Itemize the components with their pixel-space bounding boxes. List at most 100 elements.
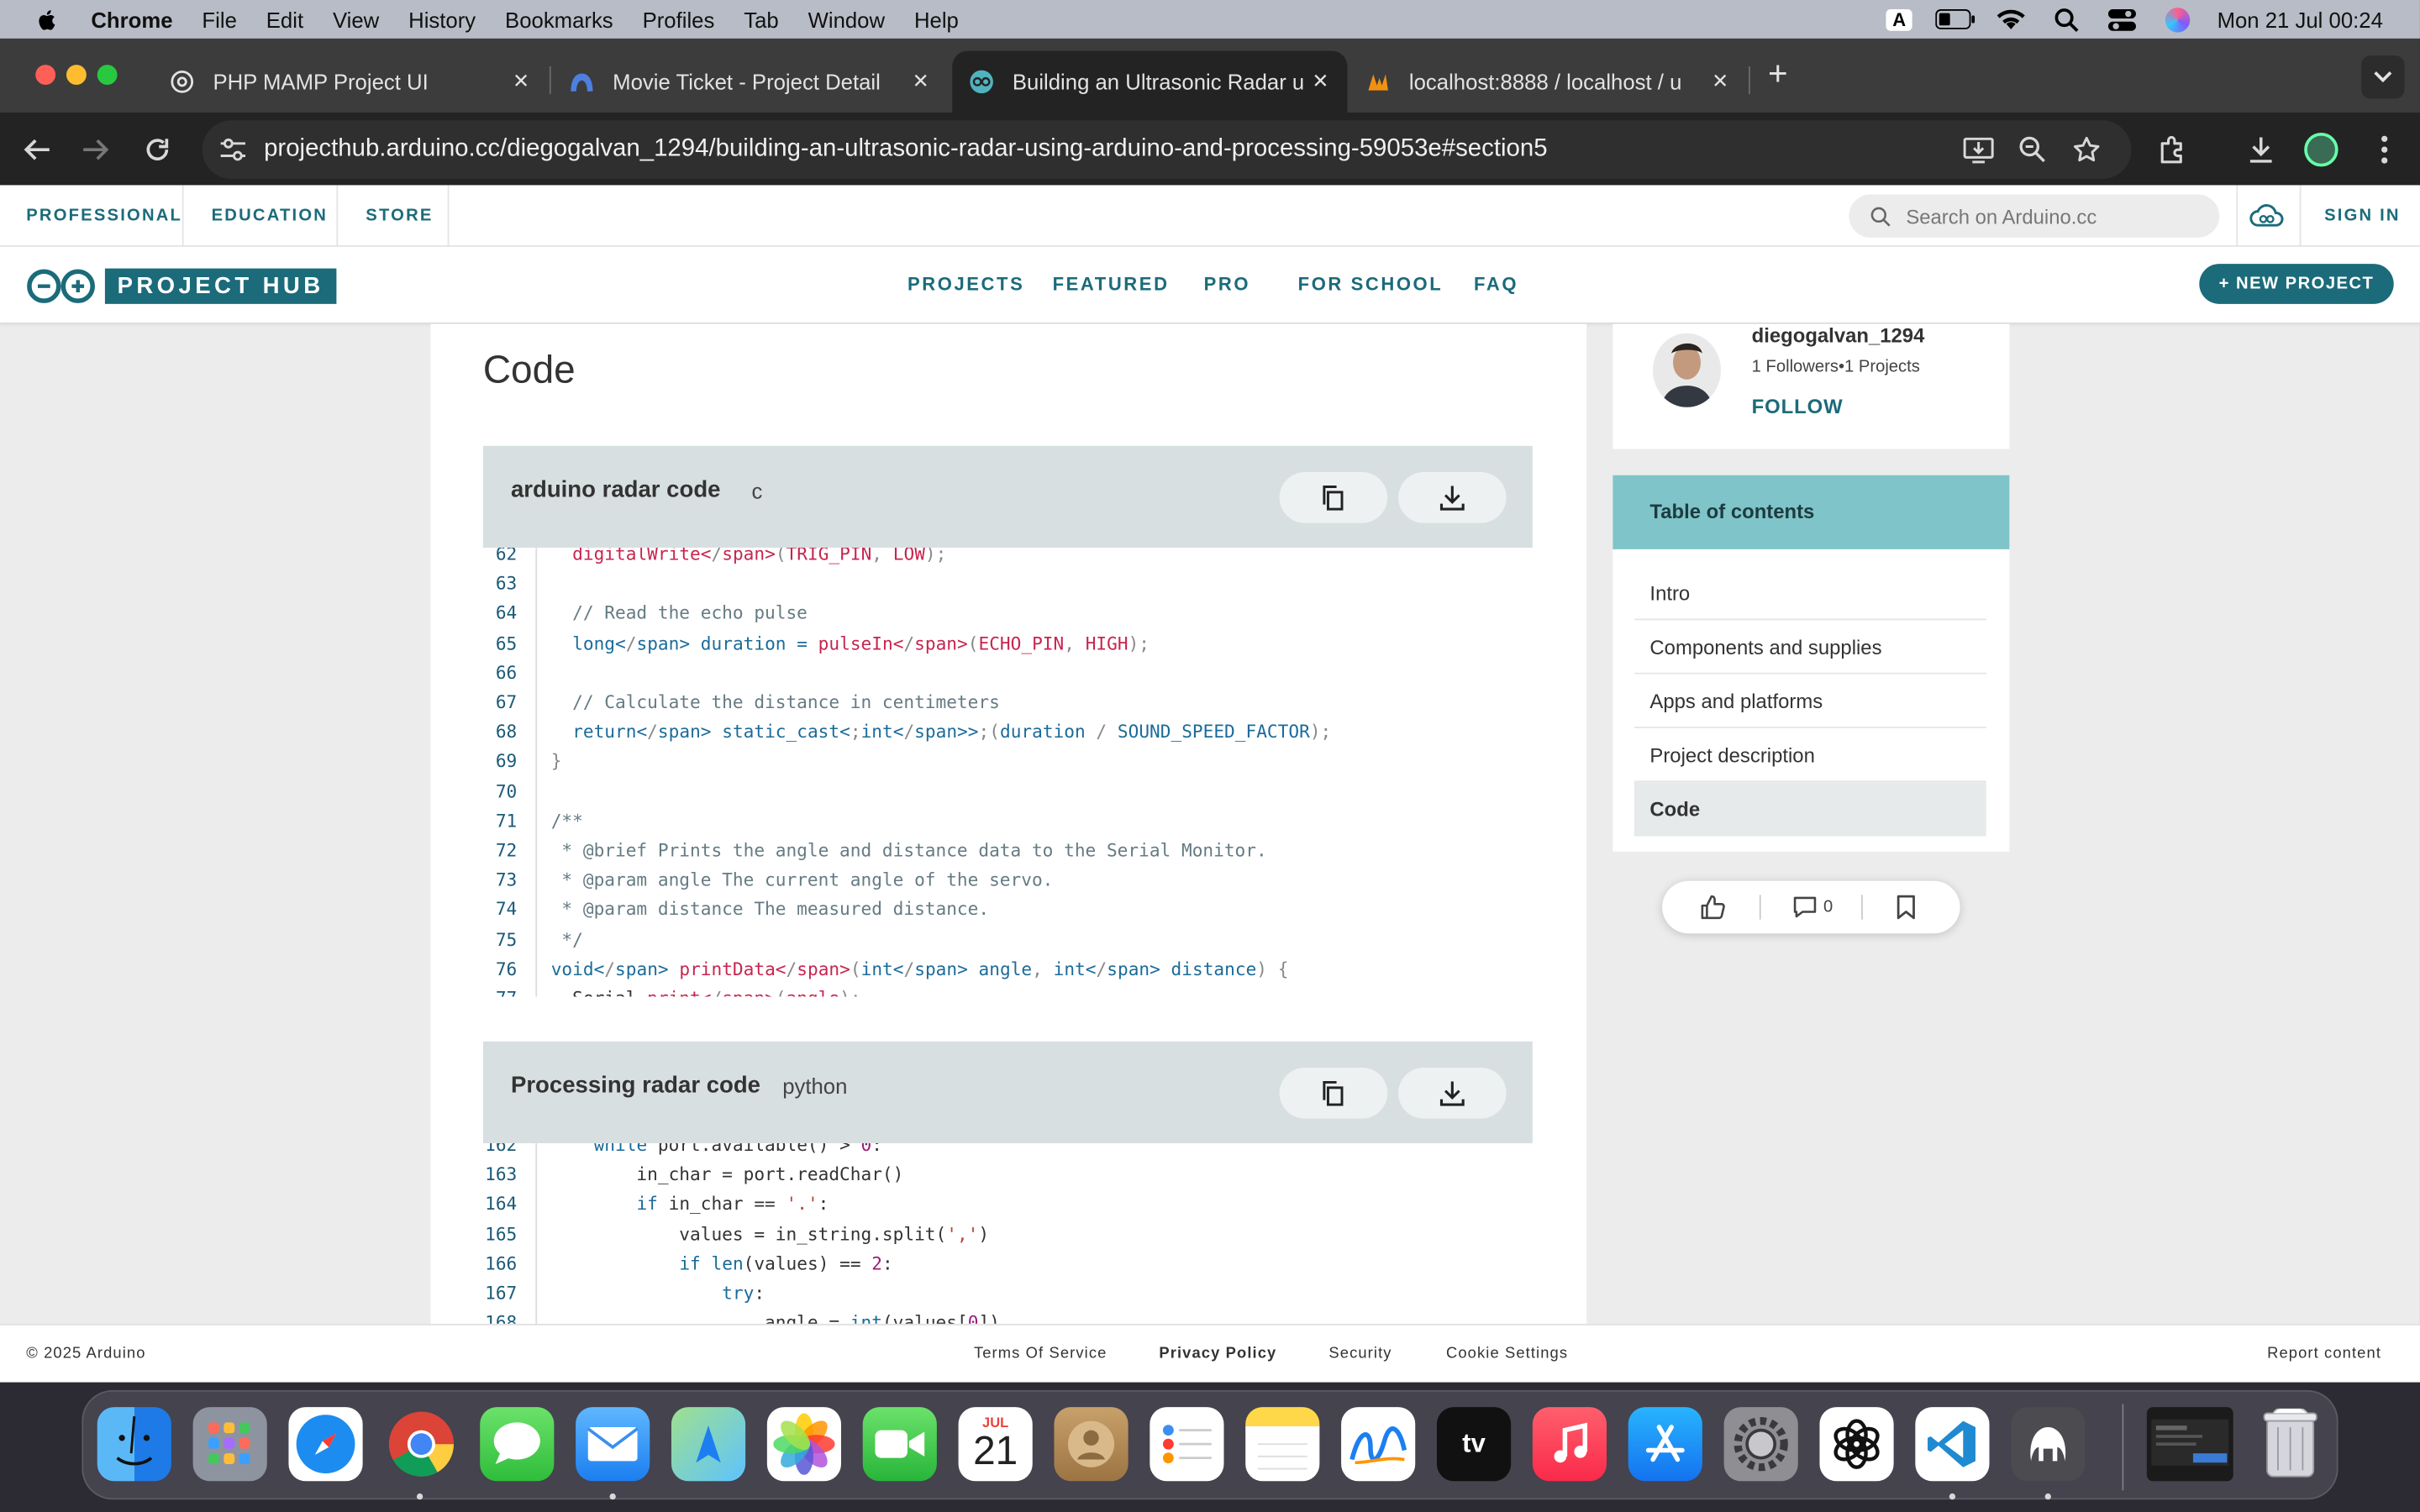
footer-cookie-link[interactable]: Cookie Settings <box>1446 1346 1568 1362</box>
control-center-icon[interactable] <box>2100 0 2143 39</box>
menu-tab[interactable]: Tab <box>744 7 778 31</box>
tab-close-icon[interactable]: ✕ <box>913 70 929 94</box>
browser-tab-active[interactable]: Building an Ultrasonic Radar u ✕ <box>952 50 1348 113</box>
tab-close-icon[interactable]: ✕ <box>1712 70 1728 94</box>
photos-icon[interactable] <box>766 1407 842 1482</box>
tab-close-icon[interactable]: ✕ <box>513 70 529 94</box>
footer-security-link[interactable]: Security <box>1328 1346 1392 1362</box>
reload-icon[interactable] <box>139 131 176 168</box>
copy-code-button[interactable] <box>1279 1067 1388 1119</box>
finder-icon[interactable] <box>97 1407 171 1482</box>
author-name[interactable]: diegogalvan_1294 <box>1752 324 1925 348</box>
comments-button[interactable]: 0 <box>1786 881 1841 933</box>
tab-close-icon[interactable]: ✕ <box>1312 70 1328 94</box>
bookmark-button[interactable] <box>1887 881 1924 933</box>
toc-item-code[interactable]: Code <box>1634 782 1986 837</box>
downloads-icon[interactable] <box>2243 131 2280 168</box>
forward-arrow-icon[interactable] <box>77 131 114 168</box>
project-hub-logo[interactable]: PROJECT HUB <box>26 268 337 304</box>
nav-faq-link[interactable]: FAQ <box>1474 247 1518 324</box>
spotlight-search-icon[interactable] <box>2044 0 2087 39</box>
menu-view[interactable]: View <box>333 7 379 31</box>
window-zoom-button[interactable] <box>97 65 118 86</box>
code-viewer[interactable]: 62 digitalWrite</span>(TRIG_PIN, LOW); 63… <box>483 548 1533 997</box>
arduino-cloud-icon[interactable] <box>2249 203 2286 236</box>
avatar[interactable] <box>1653 333 1721 407</box>
window-close-button[interactable] <box>35 65 56 86</box>
contacts-icon[interactable] <box>1054 1407 1128 1482</box>
extensions-puzzle-icon[interactable] <box>2153 131 2190 168</box>
address-url[interactable]: projecthub.arduino.cc/diegogalvan_1294/b… <box>264 136 1548 164</box>
code-viewer[interactable]: 162 while port.available() > 0: 163 in_ch… <box>483 1142 1533 1327</box>
facetime-icon[interactable] <box>862 1407 937 1482</box>
like-button[interactable] <box>1690 881 1736 933</box>
vscode-icon[interactable] <box>1915 1407 1990 1482</box>
sign-in-link[interactable]: SIGN IN <box>2324 185 2401 246</box>
toc-item-description[interactable]: Project description <box>1634 728 1986 783</box>
menu-file[interactable]: File <box>202 7 236 31</box>
follow-button[interactable]: FOLLOW <box>1752 395 1844 418</box>
new-project-button[interactable]: + NEW PROJECT <box>2199 264 2394 304</box>
menu-app-name[interactable]: Chrome <box>91 7 172 31</box>
footer-privacy-link[interactable]: Privacy Policy <box>1159 1346 1276 1362</box>
nav-store-link[interactable]: STORE <box>366 185 433 246</box>
profile-avatar-icon[interactable] <box>2302 131 2339 168</box>
toc-item-components[interactable]: Components and supplies <box>1634 620 1986 675</box>
bookmark-star-icon[interactable] <box>2068 131 2105 168</box>
back-arrow-icon[interactable] <box>18 131 55 168</box>
system-settings-icon[interactable] <box>1723 1407 1798 1482</box>
menu-profiles[interactable]: Profiles <box>643 7 715 31</box>
trash-icon[interactable] <box>2254 1407 2328 1481</box>
download-code-button[interactable] <box>1398 1067 1507 1119</box>
maps-icon[interactable] <box>671 1407 746 1482</box>
menubar-clock[interactable]: Mon 21 Jul 00:24 <box>2217 7 2383 31</box>
mail-icon[interactable] <box>576 1407 650 1482</box>
zoom-icon[interactable] <box>2014 131 2051 168</box>
site-search-input[interactable]: Search on Arduino.cc <box>1849 194 2220 238</box>
siri-icon[interactable] <box>2155 0 2198 39</box>
chatgpt-app-icon[interactable] <box>1819 1407 1894 1482</box>
address-bar[interactable]: projecthub.arduino.cc/diegogalvan_1294/b… <box>202 120 2132 180</box>
nav-professional-link[interactable]: PROFESSIONAL <box>26 185 182 246</box>
menu-help[interactable]: Help <box>914 7 959 31</box>
footer-report-link[interactable]: Report content <box>2267 1346 2381 1362</box>
calendar-icon[interactable]: JUL 21 <box>958 1407 1033 1482</box>
reminders-icon[interactable] <box>1150 1407 1224 1482</box>
menu-window[interactable]: Window <box>808 7 885 31</box>
new-tab-button[interactable]: + <box>1760 54 1797 92</box>
tableplus-icon[interactable] <box>2011 1407 2086 1482</box>
menu-history[interactable]: History <box>408 7 476 31</box>
browser-tab[interactable]: localhost:8888 / localhost / u ✕ <box>1350 51 1747 113</box>
nav-featured-link[interactable]: FEATURED <box>1053 247 1170 324</box>
download-code-button[interactable] <box>1398 472 1507 523</box>
screenshot-thumbnail[interactable] <box>2146 1407 2233 1482</box>
site-settings-icon[interactable] <box>214 131 251 168</box>
nav-for-school-link[interactable]: FOR SCHOOL <box>1298 247 1444 324</box>
music-icon[interactable] <box>1532 1407 1607 1482</box>
app-store-icon[interactable] <box>1628 1407 1702 1482</box>
copy-code-button[interactable] <box>1279 472 1388 523</box>
window-minimize-button[interactable] <box>66 65 87 86</box>
toc-item-apps[interactable]: Apps and platforms <box>1634 675 1986 728</box>
safari-icon[interactable] <box>288 1407 363 1482</box>
chrome-icon[interactable] <box>384 1407 458 1481</box>
apple-icon[interactable] <box>33 7 64 31</box>
chrome-menu-icon[interactable] <box>2366 131 2403 168</box>
footer-terms-link[interactable]: Terms Of Service <box>974 1346 1107 1362</box>
messages-icon[interactable] <box>480 1407 555 1482</box>
toc-item-intro[interactable]: Intro <box>1634 566 1986 621</box>
browser-tab[interactable]: PHP MAMP Project UI ✕ <box>151 51 548 113</box>
wifi-icon[interactable] <box>1989 0 2032 39</box>
tab-search-button[interactable] <box>2361 55 2405 99</box>
install-app-icon[interactable] <box>1960 131 1997 168</box>
launchpad-icon[interactable] <box>192 1407 267 1482</box>
input-source-icon[interactable]: A <box>1878 0 1921 39</box>
battery-icon[interactable] <box>1933 0 1976 39</box>
browser-tab[interactable]: Movie Ticket - Project Detail ✕ <box>551 51 948 113</box>
apple-tv-icon[interactable]: tv <box>1436 1407 1512 1482</box>
menu-bookmarks[interactable]: Bookmarks <box>505 7 613 31</box>
nav-education-link[interactable]: EDUCATION <box>212 185 328 246</box>
menu-edit[interactable]: Edit <box>266 7 303 31</box>
nav-pro-link[interactable]: PRO <box>1204 247 1251 324</box>
nav-projects-link[interactable]: PROJECTS <box>908 247 1024 324</box>
